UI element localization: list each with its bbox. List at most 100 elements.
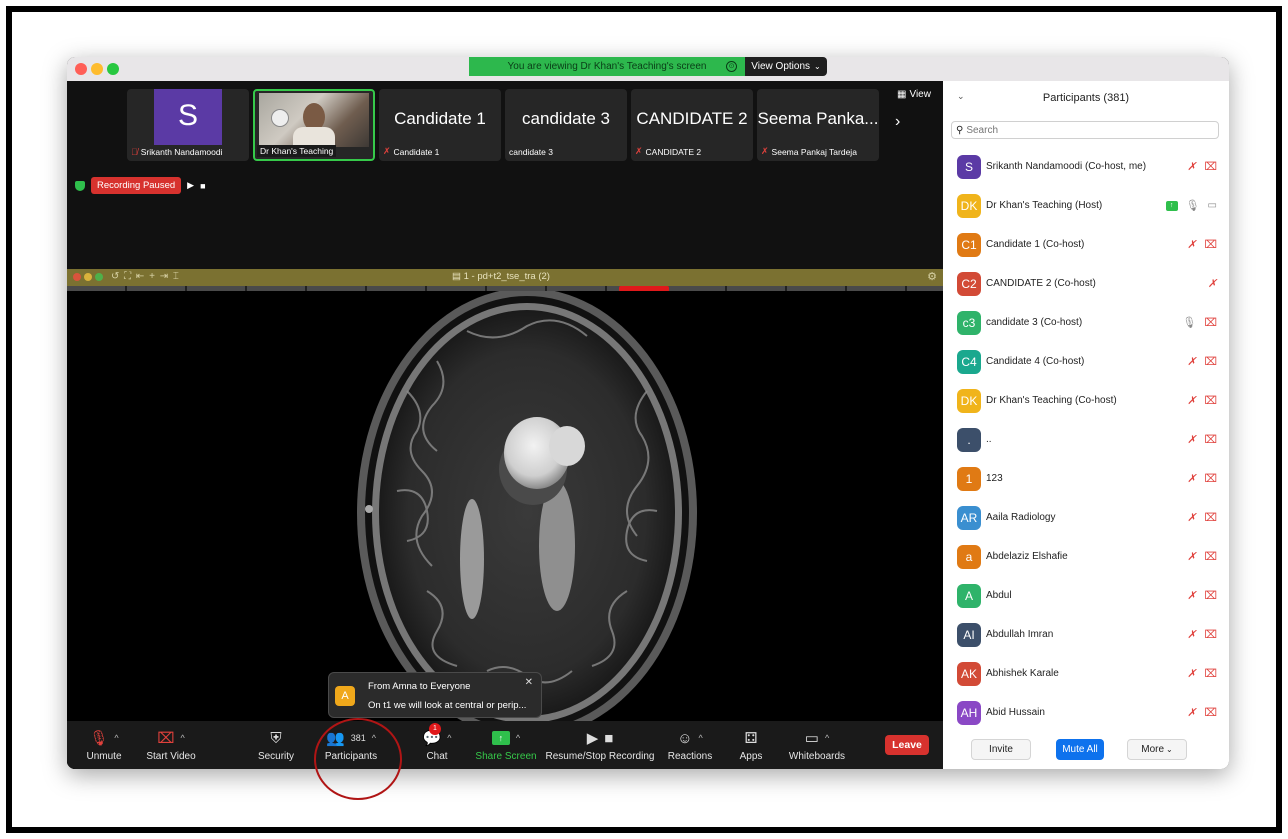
- chevron-up-icon[interactable]: ^: [447, 733, 451, 743]
- gear-icon[interactable]: ⚙: [927, 270, 937, 283]
- mic-off-icon[interactable]: ✗: [1187, 394, 1196, 407]
- resume-recording-icon[interactable]: ▶: [187, 180, 194, 191]
- mic-off-icon[interactable]: ✗: [1187, 550, 1196, 563]
- annotation-circle: [314, 718, 402, 800]
- thumbnail-big-name: CANDIDATE 2: [636, 109, 748, 128]
- mic-off-icon: 🎙̸: [131, 147, 138, 157]
- apps-icon: ⚃: [744, 730, 758, 747]
- video-off-icon[interactable]: ⌧: [1204, 433, 1217, 446]
- chevron-up-icon[interactable]: ^: [699, 733, 703, 743]
- video-off-icon[interactable]: ⌧: [1204, 394, 1217, 407]
- thumbnail-tile[interactable]: Candidate 1 ✗ Candidate 1: [379, 89, 501, 161]
- security-button[interactable]: ⛨ Security: [253, 727, 299, 763]
- video-off-icon[interactable]: ⌧: [1204, 238, 1217, 251]
- video-off-icon[interactable]: ⌧: [1204, 589, 1217, 602]
- participant-row[interactable]: ... ✗ ⌧: [943, 424, 1229, 463]
- resume-stop-recording-button[interactable]: ▶ ■ Resume/Stop Recording: [545, 727, 655, 763]
- thumbnail-tile[interactable]: Seema Panka... ✗ Seema Pankaj Tardeja: [757, 89, 879, 161]
- thumbnail-tile[interactable]: candidate 3 candidate 3: [505, 89, 627, 161]
- participant-row[interactable]: AI Abdullah Imran ✗ ⌧: [943, 619, 1229, 658]
- video-off-icon[interactable]: ⌧: [1204, 550, 1217, 563]
- participant-row[interactable]: AK Abhishek Karale ✗ ⌧: [943, 658, 1229, 697]
- mic-off-icon[interactable]: ✗: [1187, 628, 1196, 641]
- clock-shape: [271, 109, 289, 127]
- thumbnail-name: Candidate 1: [393, 146, 440, 157]
- participant-row[interactable]: AR Aaila Radiology ✗ ⌧: [943, 502, 1229, 541]
- close-icon[interactable]: ✕: [525, 677, 533, 688]
- viewer-close-icon[interactable]: [73, 273, 81, 281]
- mic-on-icon[interactable]: 🎙: [1182, 316, 1196, 329]
- participant-row[interactable]: C2 CANDIDATE 2 (Co-host) ✗: [943, 268, 1229, 307]
- zoom-window-button[interactable]: [107, 63, 119, 75]
- participant-row[interactable]: a Abdelaziz Elshafie ✗ ⌧: [943, 541, 1229, 580]
- apps-button[interactable]: ⚃ Apps: [733, 727, 769, 762]
- participant-row[interactable]: C4 Candidate 4 (Co-host) ✗ ⌧: [943, 346, 1229, 385]
- participant-status-icons: 🎙 ⌧: [1182, 316, 1217, 329]
- video-off-icon[interactable]: ⌧: [1204, 511, 1217, 524]
- mic-off-icon[interactable]: ✗: [1187, 511, 1196, 524]
- mic-off-icon[interactable]: ✗: [1187, 667, 1196, 680]
- view-options-button[interactable]: View Options ⌄: [745, 57, 827, 76]
- mic-on-icon[interactable]: 🎙: [1186, 199, 1200, 212]
- shared-viewer-toolbar: ↺ ⛶ ⇤ + ⇥ ⌶ ▤ 1 - pd+t2_tse_tra (2) ⚙: [67, 269, 943, 286]
- close-window-button[interactable]: [75, 63, 87, 75]
- mic-off-icon[interactable]: ✗: [1187, 472, 1196, 485]
- mic-off-icon[interactable]: ✗: [1187, 238, 1196, 251]
- participant-row[interactable]: 1 123 ✗ ⌧: [943, 463, 1229, 502]
- viewer-zoom-icon[interactable]: [95, 273, 103, 281]
- mic-off-icon[interactable]: ✗: [1187, 589, 1196, 602]
- invite-button[interactable]: Invite: [971, 739, 1031, 760]
- mic-off-icon[interactable]: ✗: [1187, 433, 1196, 446]
- whiteboards-button[interactable]: ▭ ^ Whiteboards: [785, 727, 849, 762]
- mic-off-icon[interactable]: ✗: [1208, 277, 1217, 290]
- video-off-icon[interactable]: ⌧: [1204, 355, 1217, 368]
- mic-off-icon[interactable]: ✗: [1187, 355, 1196, 368]
- unmute-button[interactable]: 🎙 ^ Unmute: [81, 727, 127, 762]
- thumbnail-tile-active-speaker[interactable]: Dr Khan's Teaching: [253, 89, 375, 161]
- participants-panel: ⌄ Participants (381) ⚲ S Srikanth Nandamo…: [943, 81, 1229, 769]
- search-input[interactable]: [966, 124, 1167, 136]
- viewer-minimize-icon[interactable]: [84, 273, 92, 281]
- reactions-button[interactable]: ☺ ^ Reactions: [665, 727, 715, 763]
- minimize-window-button[interactable]: [91, 63, 103, 75]
- thumbnail-tile[interactable]: CANDIDATE 2 ✗ CANDIDATE 2: [631, 89, 753, 161]
- video-off-icon[interactable]: ⌧: [1204, 316, 1217, 329]
- share-screen-button[interactable]: ↑ ^ Share Screen: [473, 727, 539, 762]
- leave-button[interactable]: Leave: [885, 735, 929, 755]
- participant-row[interactable]: DK Dr Khan's Teaching (Co-host) ✗ ⌧: [943, 385, 1229, 424]
- apps-label: Apps: [739, 751, 763, 762]
- participant-search[interactable]: ⚲: [951, 121, 1219, 139]
- mute-all-button[interactable]: Mute All: [1056, 739, 1104, 760]
- participant-row[interactable]: DK Dr Khan's Teaching (Host) ↑ 🎙 ▭: [943, 190, 1229, 229]
- chat-notification[interactable]: A From Amna to Everyone On t1 we will lo…: [328, 672, 542, 718]
- share-screen-label: Share Screen: [475, 751, 537, 762]
- participant-row[interactable]: S Srikanth Nandamoodi (Co-host, me) ✗ ⌧: [943, 151, 1229, 190]
- chevron-up-icon[interactable]: ^: [114, 733, 118, 743]
- participant-row[interactable]: C1 Candidate 1 (Co-host) ✗ ⌧: [943, 229, 1229, 268]
- more-button[interactable]: More ⌄: [1127, 739, 1187, 760]
- chevron-up-icon[interactable]: ^: [825, 733, 829, 743]
- video-off-icon[interactable]: ⌧: [1204, 706, 1217, 719]
- next-page-chevron-icon[interactable]: ›: [895, 113, 900, 131]
- mic-off-icon[interactable]: ✗: [1187, 706, 1196, 719]
- participant-row[interactable]: c3 candidate 3 (Co-host) 🎙 ⌧: [943, 307, 1229, 346]
- mic-off-icon[interactable]: ✗: [1187, 160, 1196, 173]
- chevron-up-icon[interactable]: ^: [516, 733, 520, 743]
- video-off-icon[interactable]: ⌧: [1204, 628, 1217, 641]
- view-button[interactable]: ▦ View: [897, 89, 931, 100]
- participants-panel-header: ⌄ Participants (381): [943, 81, 1229, 117]
- participant-row[interactable]: A Abdul ✗ ⌧: [943, 580, 1229, 619]
- stop-recording-icon[interactable]: ■: [200, 181, 205, 191]
- chat-button[interactable]: 💬 1 ^ Chat: [417, 723, 457, 762]
- chevron-up-icon[interactable]: ^: [181, 733, 185, 743]
- info-icon[interactable]: ⊙: [726, 61, 737, 72]
- viewer-tools-icons[interactable]: ↺ ⛶ ⇤ + ⇥ ⌶: [111, 271, 180, 282]
- participant-list: S Srikanth Nandamoodi (Co-host, me) ✗ ⌧ DK Dr…: [943, 151, 1229, 736]
- video-off-icon[interactable]: ⌧: [1204, 667, 1217, 680]
- video-off-icon[interactable]: ⌧: [1204, 472, 1217, 485]
- video-off-icon[interactable]: ⌧: [1204, 160, 1217, 173]
- start-video-button[interactable]: ⌧ ^ Start Video: [143, 727, 199, 762]
- thumbnail-tile[interactable]: S 🎙̸ Srikanth Nandamoodi: [127, 89, 249, 161]
- video-on-icon[interactable]: ▭: [1208, 200, 1217, 211]
- play-icon: ▶: [586, 730, 599, 747]
